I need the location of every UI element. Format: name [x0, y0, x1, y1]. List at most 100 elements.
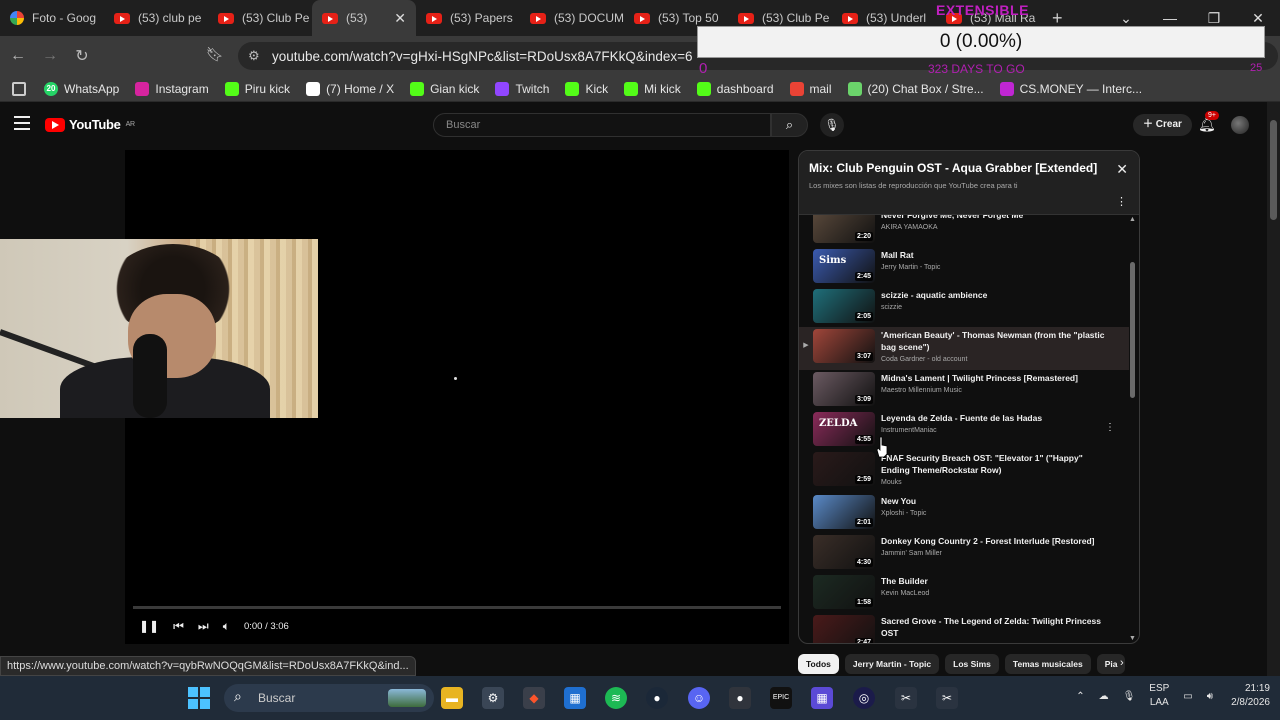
video-title[interactable]: Midna's Lament | Twilight Princess [Rema… [881, 372, 1113, 384]
video-title[interactable]: Never Forgive Me, Never Forget Me [881, 215, 1113, 221]
video-thumbnail[interactable]: 2:05 [813, 289, 875, 323]
video-thumbnail[interactable]: 3:07 [813, 329, 875, 363]
playlist-item[interactable]: 2:47 Sacred Grove - The Legend of Zelda: … [799, 613, 1129, 643]
search-icon[interactable]: ⌕ [771, 113, 808, 137]
video-title[interactable]: FNAF Security Breach OST: "Elevator 1" (… [881, 452, 1113, 476]
obs-icon[interactable]: ◎ [853, 687, 875, 709]
video-title[interactable]: Sacred Grove - The Legend of Zelda: Twil… [881, 615, 1113, 639]
site-info-icon[interactable]: ⚙ [248, 48, 260, 64]
channel-name[interactable]: Jerry Martin - Topic [881, 264, 1113, 271]
playlist-title[interactable]: Mix: Club Penguin OST - Aqua Grabber [Ex… [809, 161, 1129, 175]
volume-icon[interactable]: 🔈︎ [223, 619, 230, 634]
video-title[interactable]: The Builder [881, 575, 1113, 587]
more-options-icon[interactable]: ⋮ [1116, 195, 1127, 208]
microphone-icon[interactable]: 🎙︎ [820, 113, 844, 137]
playlist-item[interactable]: 2:01 New You Xploshi - Topic [799, 493, 1129, 533]
discord-icon[interactable]: ☺ [688, 687, 710, 709]
video-thumbnail[interactable]: 3:09 [813, 372, 875, 406]
playlist-scrollbar[interactable]: ▲ ▼ [1128, 214, 1138, 644]
playlist-item[interactable]: ▶ 3:07 'American Beauty' - Thomas Newman (… [799, 327, 1129, 370]
playlist-item[interactable]: 2:59 FNAF Security Breach OST: "Elevator … [799, 450, 1129, 493]
channel-name[interactable]: Maestro Millennium Music [881, 387, 1113, 394]
forward-arrow-icon[interactable]: → [36, 47, 64, 65]
playlist-item[interactable]: ZELDA 4:55 Leyenda de Zelda - Fuente de la… [799, 410, 1129, 450]
playlist-item[interactable]: 1:58 The Builder Kevin MacLeod [799, 573, 1129, 613]
page-scrollbar[interactable] [1267, 102, 1280, 676]
cloud-icon[interactable]: ☁ [1099, 691, 1109, 702]
bookmark-item[interactable]: 20 WhatsApp [36, 81, 127, 96]
bookmark-item[interactable]: (20) Chat Box / Stre... [840, 81, 992, 96]
item-more-icon[interactable]: ⋮ [1105, 422, 1115, 433]
apps-grid-icon[interactable] [12, 81, 26, 96]
show-hidden-icons-icon[interactable]: ⌃ [1076, 691, 1084, 702]
bookmark-item[interactable]: Piru kick [217, 81, 298, 96]
bookmark-item[interactable]: (7) Home / X [298, 81, 402, 96]
create-button[interactable]: ＋ Crear [1133, 114, 1192, 136]
video-title[interactable]: 'American Beauty' - Thomas Newman (from … [881, 329, 1113, 353]
settings-gear-icon[interactable]: ⚙ [482, 687, 504, 709]
playlist-item[interactable]: Sims 2:45 Mall Rat Jerry Martin - Topic [799, 247, 1129, 287]
channel-name[interactable]: scizzie [881, 304, 1113, 311]
filter-chip[interactable]: Todos [798, 654, 839, 674]
filter-chip[interactable]: Los Sims [945, 654, 999, 674]
browser-tab[interactable]: (53) Club Pe [208, 0, 312, 36]
video-thumbnail[interactable]: 2:47 [813, 615, 875, 643]
restore-button[interactable]: ❐ [1192, 10, 1236, 27]
filter-chip[interactable]: Temas musicales [1004, 654, 1091, 674]
video-thumbnail[interactable]: 2:59 [813, 452, 875, 486]
video-title[interactable]: New You [881, 495, 1113, 507]
epic-games-icon[interactable]: EPIC [770, 687, 792, 709]
video-title[interactable]: scizzie - aquatic ambience [881, 289, 1113, 301]
next-icon[interactable]: ⏭︎ [198, 619, 209, 634]
minimize-button[interactable]: — [1148, 10, 1192, 26]
bookmark-item[interactable]: dashboard [689, 81, 782, 96]
playlist-item[interactable]: 4:30 Donkey Kong Country 2 - Forest Inter… [799, 533, 1129, 573]
spotify-icon[interactable]: ≋ [605, 687, 627, 709]
playlist-scroll-thumb[interactable] [1130, 262, 1135, 398]
reload-icon[interactable]: ↻ [68, 46, 96, 66]
store-icon[interactable]: ▦ [564, 687, 586, 709]
channel-name[interactable]: Jammin' Sam Miller [881, 550, 1113, 557]
clock[interactable]: 21:19 2/8/2026 [1231, 682, 1270, 710]
bookmark-item[interactable]: mail [782, 81, 840, 96]
browser-tab[interactable]: (53) ✕ [312, 0, 416, 36]
video-title[interactable]: Leyenda de Zelda - Fuente de las Hadas [881, 412, 1113, 424]
apps-icon[interactable]: ▦ [811, 687, 833, 709]
playlist-item[interactable]: 3:09 Midna's Lament | Twilight Princess [… [799, 370, 1129, 410]
tab-search-icon[interactable]: ⌄ [1104, 10, 1148, 27]
windows-start-icon[interactable] [188, 687, 210, 709]
video-thumbnail[interactable]: Sims 2:45 [813, 249, 875, 283]
video-thumbnail[interactable]: ZELDA 4:55 [813, 412, 875, 446]
back-arrow-icon[interactable]: ← [4, 47, 32, 65]
avatar[interactable] [1231, 116, 1249, 134]
bookmark-icon[interactable]: 🔖︎ [206, 46, 224, 63]
bookmark-item[interactable]: Instagram [127, 81, 216, 96]
video-title[interactable]: Mall Rat [881, 249, 1113, 261]
video-thumbnail[interactable]: 1:58 [813, 575, 875, 609]
channel-name[interactable]: AKIRA YAMAOKA [881, 224, 1113, 231]
menu-icon[interactable] [14, 116, 30, 130]
brave-browser-icon[interactable]: ◆ [523, 687, 545, 709]
chevron-right-icon[interactable]: › [1120, 657, 1124, 669]
language-indicator[interactable]: ESP LAA [1149, 682, 1169, 710]
browser-tab[interactable]: (53) DOCUM [520, 0, 624, 36]
steam-icon[interactable]: ● [646, 687, 668, 709]
video-thumbnail[interactable]: 4:30 [813, 535, 875, 569]
channel-name[interactable]: Xploshi - Topic [881, 510, 1113, 517]
playlist-item[interactable]: 2:05 scizzie - aquatic ambience scizzie [799, 287, 1129, 327]
previous-icon[interactable]: ⏮︎ [173, 619, 184, 634]
youtube-logo[interactable]: YouTube AR [45, 117, 135, 132]
playlist-item[interactable]: 2:20 Never Forgive Me, Never Forget Me AKI… [799, 215, 1129, 247]
browser-tab[interactable]: (53) club pe [104, 0, 208, 36]
filter-chip[interactable]: Jerry Martin - Topic [844, 654, 940, 674]
file-explorer-icon[interactable]: ▬ [441, 687, 463, 709]
bookmark-item[interactable]: Mi kick [616, 81, 689, 96]
taskbar-search-field[interactable]: ⌕ Buscar [224, 684, 434, 712]
channel-name[interactable]: Coda Gardner - old account [881, 356, 1113, 363]
editor-icon[interactable]: ✂ [936, 687, 958, 709]
scroll-down-icon[interactable]: ▼ [1129, 635, 1136, 642]
mic-status-icon[interactable]: 🎙︎ [1123, 691, 1136, 702]
close-icon[interactable]: ✕ [1116, 161, 1128, 178]
bookmark-item[interactable]: Gian kick [402, 81, 487, 96]
pause-icon[interactable]: ❚❚ [139, 619, 159, 633]
